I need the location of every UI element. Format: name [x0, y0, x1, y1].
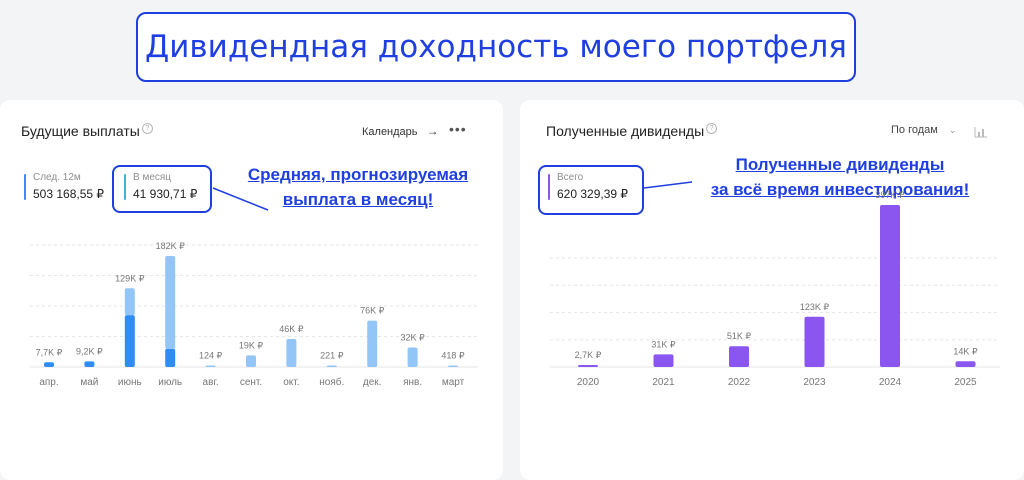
future-bar-3-seg-0[interactable]	[165, 348, 176, 367]
future-bar-4-seg-1[interactable]	[205, 365, 216, 368]
received-bar-2025[interactable]	[955, 361, 976, 367]
avg-payout-annotation-line1: Средняя, прогнозируемая	[247, 165, 469, 184]
future-x-tick-label: май	[80, 377, 98, 388]
received-bar-2024[interactable]	[880, 205, 900, 367]
future-bar-value-label: 76K ₽	[360, 306, 385, 316]
received-bar-value-label: 51K ₽	[727, 331, 752, 341]
received-bar-value-label: 397K ₽	[875, 190, 905, 200]
future-x-tick-label: март	[442, 377, 465, 388]
received-bar-2020[interactable]	[578, 365, 598, 367]
future-x-tick-label: апр.	[39, 377, 58, 388]
future-bar-0-seg-0[interactable]	[44, 362, 54, 367]
future-x-tick-label: окт.	[283, 377, 299, 388]
future-payouts-panel: Будущие выплаты? Календарь → ••• След. 1…	[0, 100, 503, 480]
future-bar-5-seg-1[interactable]	[246, 355, 256, 367]
future-bar-8-seg-1[interactable]	[367, 320, 378, 367]
received-annotation-line1: Полученные дивиденды	[735, 155, 945, 174]
future-x-tick-label: сент.	[240, 377, 262, 388]
future-bar-value-label: 418 ₽	[441, 351, 465, 361]
title-banner: Дивидендная доходность моего портфеля	[136, 12, 856, 82]
received-x-tick-label: 2022	[728, 377, 751, 388]
future-bar-10-seg-1[interactable]	[448, 365, 458, 368]
received-annotation-line2: за всё время инвестирования!	[710, 180, 970, 199]
received-x-tick-label: 2023	[803, 377, 826, 388]
future-bar-value-label: 7,7K ₽	[36, 347, 63, 357]
received-bar-value-label: 123K ₽	[800, 302, 830, 312]
received-bar-2022[interactable]	[729, 346, 749, 367]
future-bar-value-label: 46K ₽	[279, 324, 304, 334]
future-bar-6-seg-1[interactable]	[286, 338, 297, 367]
future-bar-2-seg-0[interactable]	[124, 315, 135, 367]
received-x-tick-label: 2024	[879, 377, 902, 388]
received-bar-2021[interactable]	[653, 354, 674, 367]
received-x-tick-label: 2025	[954, 377, 977, 388]
future-bar-3-seg-1[interactable]	[165, 255, 176, 349]
future-bar-value-label: 221 ₽	[320, 351, 344, 361]
received-x-tick-label: 2020	[577, 377, 600, 388]
future-bar-7-seg-1[interactable]	[326, 365, 337, 368]
avg-payout-annotation-line2: выплата в месяц!	[282, 190, 434, 209]
future-x-tick-label: янв.	[403, 377, 422, 388]
received-bar-value-label: 31K ₽	[651, 339, 676, 349]
future-x-tick-label: июль	[158, 377, 182, 388]
received-dividends-chart: 2,7K ₽ 2020 31K ₽ 2021 51K ₽ 2022 123K ₽ 2023 39…	[550, 190, 1000, 388]
future-bar-value-label: 19K ₽	[239, 340, 264, 350]
future-payouts-chart: 7,7K ₽ апр. 9,2K ₽ май 129K ₽ июнь 182K ₽ июль 1…	[30, 241, 478, 388]
received-bar-value-label: 14K ₽	[953, 346, 978, 356]
avg-payout-annotation: Средняя, прогнозируемая выплата в месяц!	[222, 162, 494, 212]
future-bar-9-seg-1[interactable]	[407, 347, 418, 367]
future-bar-value-label: 9,2K ₽	[76, 346, 103, 356]
future-x-tick-label: дек.	[363, 377, 382, 388]
future-bar-2-seg-1[interactable]	[124, 288, 135, 316]
received-bar-2023[interactable]	[804, 316, 825, 367]
received-x-tick-label: 2021	[652, 377, 675, 388]
banner-title: Дивидендная доходность моего портфеля	[145, 29, 847, 65]
future-bar-value-label: 129K ₽	[115, 273, 145, 283]
received-annotation: Полученные дивиденды за всё время инвест…	[684, 152, 996, 202]
future-bar-1-seg-0[interactable]	[84, 361, 95, 367]
received-bar-value-label: 2,7K ₽	[575, 350, 602, 360]
future-x-tick-label: июнь	[118, 377, 142, 388]
received-dividends-panel: Полученные дивиденды? По годам ⌄ Всего 6…	[520, 100, 1024, 480]
future-bar-value-label: 32K ₽	[400, 332, 425, 342]
future-x-tick-label: нояб.	[319, 376, 344, 388]
future-bar-value-label: 182K ₽	[156, 241, 186, 251]
future-x-tick-label: авг.	[203, 377, 219, 388]
future-bar-value-label: 124 ₽	[199, 351, 223, 361]
